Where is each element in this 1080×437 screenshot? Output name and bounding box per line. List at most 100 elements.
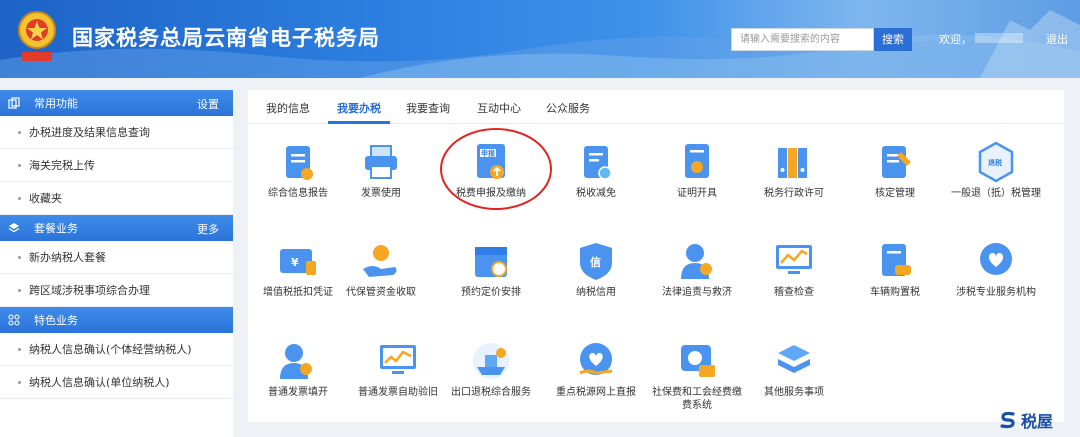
- service-reduce[interactable]: 税收减免: [548, 140, 644, 200]
- service-ship[interactable]: 出口退税综合服务: [443, 339, 539, 399]
- service-label: 发票使用: [361, 188, 401, 199]
- watermark-brand: 税屋: [998, 408, 1053, 432]
- settings-link[interactable]: 设置: [197, 96, 219, 112]
- binders-icon: [778, 148, 807, 178]
- service-label: 核定管理: [875, 188, 915, 199]
- service-label: 代保管资金收取: [346, 287, 416, 298]
- service-label: 证明开具: [677, 188, 717, 199]
- tab-query[interactable]: 我要查询: [406, 100, 450, 116]
- service-printer[interactable]: 发票使用: [333, 140, 429, 200]
- welcome-text: 欢迎，: [939, 33, 972, 46]
- service-label: 普通发票自助验旧: [358, 387, 438, 398]
- sidebar-section-title: 特色业务: [34, 314, 78, 327]
- sidebar-section-featured[interactable]: 特色业务: [0, 307, 233, 333]
- sidebar-item-info-confirm-unit[interactable]: 纳税人信息确认(单位纳税人): [0, 366, 233, 399]
- search-input[interactable]: 请输入需要搜索的内容: [731, 28, 874, 51]
- refund-icon: 退税: [978, 141, 1014, 183]
- service-label: 其他服务事项: [764, 387, 824, 398]
- monitor-trend-icon: [380, 345, 416, 374]
- ship-icon: [473, 343, 509, 379]
- voucher-icon: ¥: [280, 249, 316, 275]
- service-certificate[interactable]: 证明开具: [649, 140, 745, 200]
- service-label: 涉税专业服务机构: [956, 287, 1036, 298]
- sidebar-section-common[interactable]: 常用功能 设置: [0, 90, 233, 116]
- service-label: 税务行政许可: [764, 188, 824, 199]
- service-hand-money[interactable]: 代保管资金收取: [333, 239, 429, 299]
- tab-bar: 我的信息 我要办税 我要查询 互动中心 公众服务: [248, 90, 1064, 124]
- icon-badge-text: 信: [590, 255, 601, 269]
- vehicle-doc-icon: [882, 244, 911, 276]
- site-title: 国家税务总局云南省电子税务局: [72, 26, 380, 50]
- service-report[interactable]: 综合信息报告: [250, 140, 346, 200]
- service-voucher[interactable]: ¥ 增值税抵扣凭证: [250, 239, 346, 299]
- service-label: 出口退税综合服务: [451, 387, 531, 398]
- sidebar-section-title: 常用功能: [34, 97, 78, 110]
- calendar-icon: [475, 247, 507, 277]
- site-header: 国家税务总局云南省电子税务局 请输入需要搜索的内容 搜索 欢迎， 退出: [0, 0, 1080, 78]
- service-label: 普通发票填开: [268, 387, 328, 398]
- service-social-insurance[interactable]: 社保费和工会经费缴费系统: [649, 339, 745, 412]
- service-credit[interactable]: 信纳税信用: [548, 239, 644, 299]
- sidebar-item-progress-query[interactable]: 办税进度及结果信息查询: [0, 116, 233, 149]
- more-link[interactable]: 更多: [197, 221, 219, 237]
- stack-icon: [778, 345, 810, 373]
- social-insurance-icon: [681, 345, 715, 377]
- search-button[interactable]: 搜索: [874, 28, 912, 51]
- service-vehicle-doc[interactable]: 车辆购置税: [847, 239, 943, 299]
- report-icon: [286, 146, 313, 180]
- service-monitor-chart[interactable]: 稽查检查: [746, 239, 842, 299]
- service-stack[interactable]: 其他服务事项: [746, 339, 842, 399]
- service-heart-chat[interactable]: 重点税源网上直报: [548, 339, 644, 399]
- credit-icon: 信: [580, 243, 612, 280]
- icon-badge-text: ¥: [291, 256, 299, 269]
- service-binders[interactable]: 税务行政许可: [746, 140, 842, 200]
- service-monitor-trend[interactable]: 普通发票自助验旧: [350, 339, 446, 399]
- sidebar-section-title: 套餐业务: [34, 222, 78, 235]
- tab-interaction[interactable]: 互动中心: [477, 100, 521, 116]
- username-mask: [975, 33, 1023, 43]
- heart-chat-icon: [579, 343, 613, 375]
- service-label: 预约定价安排: [461, 287, 521, 298]
- copy-icon: [8, 97, 20, 109]
- service-label: 重点税源网上直报: [556, 387, 636, 398]
- service-person-invoice[interactable]: 普通发票填开: [250, 339, 346, 399]
- sidebar-item-info-confirm-individual[interactable]: 纳税人信息确认(个体经营纳税人): [0, 333, 233, 366]
- active-tab-indicator: [328, 121, 390, 124]
- service-checklist[interactable]: 核定管理: [847, 140, 943, 200]
- brand-s-icon: [1000, 411, 1015, 429]
- service-calendar[interactable]: 预约定价安排: [443, 239, 539, 299]
- brand-text: 税屋: [1021, 412, 1054, 431]
- layers-icon: [8, 223, 20, 233]
- service-label: 增值税抵扣凭证: [263, 287, 333, 298]
- grid-icon: [8, 314, 20, 326]
- sidebar: 常用功能 设置 办税进度及结果信息查询 海关完税上传 收藏夹 套餐业务 更多 新…: [0, 90, 233, 437]
- service-label: 纳税信用: [576, 287, 616, 298]
- service-legal[interactable]: 法律追责与救济: [649, 239, 745, 299]
- service-refund[interactable]: 退税一般退（抵）税管理: [948, 140, 1044, 200]
- tax-emblem-icon: [18, 11, 56, 61]
- sidebar-section-packages[interactable]: 套餐业务 更多: [0, 215, 233, 241]
- sidebar-item-favorites[interactable]: 收藏夹: [0, 182, 233, 215]
- legal-icon: [681, 244, 712, 279]
- service-label: 一般退（抵）税管理: [951, 188, 1041, 199]
- highlight-circle: [440, 128, 552, 210]
- service-heart-hand[interactable]: 涉税专业服务机构: [948, 239, 1044, 299]
- checklist-icon: [882, 146, 911, 178]
- monitor-chart-icon: [776, 245, 812, 274]
- service-label: 稽查检查: [774, 287, 814, 298]
- tab-tax-handling[interactable]: 我要办税: [337, 100, 381, 116]
- person-invoice-icon: [280, 344, 312, 379]
- logout-link[interactable]: 退出: [1046, 31, 1068, 47]
- sidebar-item-new-taxpayer[interactable]: 新办纳税人套餐: [0, 241, 233, 274]
- reduce-icon: [584, 146, 612, 180]
- printer-icon: [365, 145, 397, 179]
- service-label: 综合信息报告: [268, 188, 328, 199]
- tab-my-info[interactable]: 我的信息: [266, 100, 310, 116]
- sidebar-item-customs-upload[interactable]: 海关完税上传: [0, 149, 233, 182]
- heart-hand-icon: [980, 243, 1012, 275]
- service-label: 税收减免: [576, 188, 616, 199]
- sidebar-item-cross-region[interactable]: 跨区域涉税事项综合办理: [0, 274, 233, 307]
- certificate-icon: [685, 144, 709, 178]
- service-label: 法律追责与救济: [662, 287, 732, 298]
- tab-public-service[interactable]: 公众服务: [546, 100, 590, 116]
